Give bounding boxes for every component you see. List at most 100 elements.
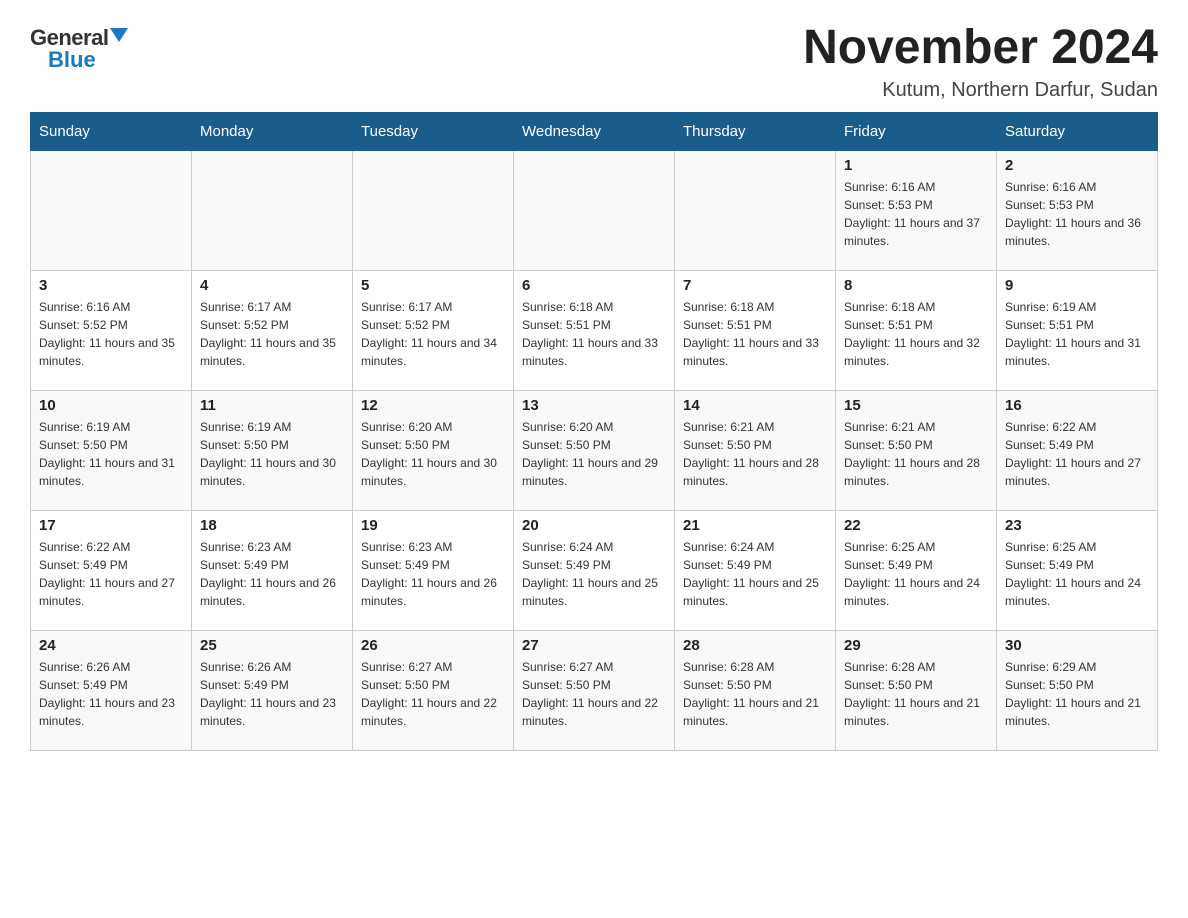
day-info: Sunrise: 6:27 AM Sunset: 5:50 PM Dayligh… (522, 658, 666, 730)
day-info: Sunrise: 6:24 AM Sunset: 5:49 PM Dayligh… (522, 538, 666, 610)
day-number: 7 (683, 277, 827, 294)
calendar-cell: 18 Sunrise: 6:23 AM Sunset: 5:49 PM Dayli… (192, 511, 353, 631)
day-number: 30 (1005, 637, 1149, 654)
day-number: 15 (844, 397, 988, 414)
week-row-5: 24 Sunrise: 6:26 AM Sunset: 5:49 PM Dayli… (31, 631, 1158, 751)
day-number: 1 (844, 157, 988, 174)
day-info: Sunrise: 6:19 AM Sunset: 5:51 PM Dayligh… (1005, 298, 1149, 370)
week-row-2: 3Sunrise: 6:16 AM Sunset: 5:52 PM Daylig… (31, 271, 1158, 391)
calendar-cell: 11 Sunrise: 6:19 AM Sunset: 5:50 PM Dayli… (192, 391, 353, 511)
calendar-cell: 16 Sunrise: 6:22 AM Sunset: 5:49 PM Dayli… (997, 391, 1158, 511)
calendar-cell: 22 Sunrise: 6:25 AM Sunset: 5:49 PM Dayli… (836, 511, 997, 631)
calendar-cell: 30 Sunrise: 6:29 AM Sunset: 5:50 PM Dayli… (997, 631, 1158, 751)
calendar-cell: 24 Sunrise: 6:26 AM Sunset: 5:49 PM Dayli… (31, 631, 192, 751)
calendar-cell: 26 Sunrise: 6:27 AM Sunset: 5:50 PM Dayli… (353, 631, 514, 751)
calendar-cell: 10 Sunrise: 6:19 AM Sunset: 5:50 PM Dayli… (31, 391, 192, 511)
day-number: 19 (361, 517, 505, 534)
day-number: 5 (361, 277, 505, 294)
day-number: 2 (1005, 157, 1149, 174)
day-number: 11 (200, 397, 344, 414)
day-info: Sunrise: 6:21 AM Sunset: 5:50 PM Dayligh… (683, 418, 827, 490)
day-info: Sunrise: 6:18 AM Sunset: 5:51 PM Dayligh… (683, 298, 827, 370)
day-info: Sunrise: 6:23 AM Sunset: 5:49 PM Dayligh… (200, 538, 344, 610)
day-info: Sunrise: 6:27 AM Sunset: 5:50 PM Dayligh… (361, 658, 505, 730)
day-info: Sunrise: 6:26 AM Sunset: 5:49 PM Dayligh… (200, 658, 344, 730)
day-number: 14 (683, 397, 827, 414)
day-info: Sunrise: 6:18 AM Sunset: 5:51 PM Dayligh… (844, 298, 988, 370)
day-number: 10 (39, 397, 183, 414)
week-row-3: 10 Sunrise: 6:19 AM Sunset: 5:50 PM Dayli… (31, 391, 1158, 511)
calendar-cell: 13 Sunrise: 6:20 AM Sunset: 5:50 PM Dayli… (514, 391, 675, 511)
title-section: November 2024 Kutum, Northern Darfur, Su… (803, 20, 1158, 102)
week-row-4: 17 Sunrise: 6:22 AM Sunset: 5:49 PM Dayli… (31, 511, 1158, 631)
calendar-cell: 17 Sunrise: 6:22 AM Sunset: 5:49 PM Dayli… (31, 511, 192, 631)
day-info: Sunrise: 6:26 AM Sunset: 5:49 PM Dayligh… (39, 658, 183, 730)
day-info: Sunrise: 6:29 AM Sunset: 5:50 PM Dayligh… (1005, 658, 1149, 730)
day-info: Sunrise: 6:22 AM Sunset: 5:49 PM Dayligh… (39, 538, 183, 610)
day-number: 6 (522, 277, 666, 294)
header-tuesday: Tuesday (353, 113, 514, 151)
day-info: Sunrise: 6:19 AM Sunset: 5:50 PM Dayligh… (200, 418, 344, 490)
day-number: 9 (1005, 277, 1149, 294)
header-saturday: Saturday (997, 113, 1158, 151)
calendar-cell: 29Sunrise: 6:28 AM Sunset: 5:50 PM Dayli… (836, 631, 997, 751)
calendar-cell (192, 151, 353, 271)
day-number: 29 (844, 637, 988, 654)
calendar-cell: 7 Sunrise: 6:18 AM Sunset: 5:51 PM Daylig… (675, 271, 836, 391)
calendar-cell (675, 151, 836, 271)
header-wednesday: Wednesday (514, 113, 675, 151)
day-info: Sunrise: 6:23 AM Sunset: 5:49 PM Dayligh… (361, 538, 505, 610)
calendar-cell: 6Sunrise: 6:18 AM Sunset: 5:51 PM Daylig… (514, 271, 675, 391)
calendar-cell (31, 151, 192, 271)
day-number: 20 (522, 517, 666, 534)
header-sunday: Sunday (31, 113, 192, 151)
day-number: 12 (361, 397, 505, 414)
day-number: 16 (1005, 397, 1149, 414)
calendar-cell: 20 Sunrise: 6:24 AM Sunset: 5:49 PM Dayli… (514, 511, 675, 631)
calendar-table: SundayMondayTuesdayWednesdayThursdayFrid… (30, 112, 1158, 751)
logo-blue-text: Blue (48, 47, 96, 73)
day-number: 3 (39, 277, 183, 294)
day-info: Sunrise: 6:19 AM Sunset: 5:50 PM Dayligh… (39, 418, 183, 490)
day-number: 23 (1005, 517, 1149, 534)
calendar-cell: 28 Sunrise: 6:28 AM Sunset: 5:50 PM Dayli… (675, 631, 836, 751)
day-info: Sunrise: 6:20 AM Sunset: 5:50 PM Dayligh… (522, 418, 666, 490)
header-thursday: Thursday (675, 113, 836, 151)
day-number: 25 (200, 637, 344, 654)
day-number: 24 (39, 637, 183, 654)
calendar-cell: 23 Sunrise: 6:25 AM Sunset: 5:49 PM Dayli… (997, 511, 1158, 631)
day-number: 17 (39, 517, 183, 534)
logo-triangle-icon (110, 28, 128, 42)
calendar-cell: 19 Sunrise: 6:23 AM Sunset: 5:49 PM Dayli… (353, 511, 514, 631)
day-info: Sunrise: 6:16 AM Sunset: 5:53 PM Dayligh… (844, 178, 988, 250)
calendar-cell: 12 Sunrise: 6:20 AM Sunset: 5:50 PM Dayli… (353, 391, 514, 511)
calendar-cell: 8 Sunrise: 6:18 AM Sunset: 5:51 PM Daylig… (836, 271, 997, 391)
day-number: 13 (522, 397, 666, 414)
day-info: Sunrise: 6:28 AM Sunset: 5:50 PM Dayligh… (683, 658, 827, 730)
week-row-1: 1 Sunrise: 6:16 AM Sunset: 5:53 PM Daylig… (31, 151, 1158, 271)
calendar-cell: 27 Sunrise: 6:27 AM Sunset: 5:50 PM Dayli… (514, 631, 675, 751)
header-friday: Friday (836, 113, 997, 151)
calendar-cell: 14 Sunrise: 6:21 AM Sunset: 5:50 PM Dayli… (675, 391, 836, 511)
day-number: 4 (200, 277, 344, 294)
day-info: Sunrise: 6:25 AM Sunset: 5:49 PM Dayligh… (1005, 538, 1149, 610)
day-info: Sunrise: 6:25 AM Sunset: 5:49 PM Dayligh… (844, 538, 988, 610)
day-info: Sunrise: 6:17 AM Sunset: 5:52 PM Dayligh… (361, 298, 505, 370)
day-info: Sunrise: 6:17 AM Sunset: 5:52 PM Dayligh… (200, 298, 344, 370)
calendar-cell: 1 Sunrise: 6:16 AM Sunset: 5:53 PM Daylig… (836, 151, 997, 271)
day-number: 26 (361, 637, 505, 654)
day-number: 8 (844, 277, 988, 294)
day-info: Sunrise: 6:22 AM Sunset: 5:49 PM Dayligh… (1005, 418, 1149, 490)
day-number: 28 (683, 637, 827, 654)
header-monday: Monday (192, 113, 353, 151)
day-info: Sunrise: 6:20 AM Sunset: 5:50 PM Dayligh… (361, 418, 505, 490)
day-info: Sunrise: 6:24 AM Sunset: 5:49 PM Dayligh… (683, 538, 827, 610)
day-number: 18 (200, 517, 344, 534)
day-number: 27 (522, 637, 666, 654)
page-header: General Blue November 2024 Kutum, Northe… (30, 20, 1158, 102)
days-header-row: SundayMondayTuesdayWednesdayThursdayFrid… (31, 113, 1158, 151)
day-number: 22 (844, 517, 988, 534)
calendar-cell (514, 151, 675, 271)
calendar-cell: 3Sunrise: 6:16 AM Sunset: 5:52 PM Daylig… (31, 271, 192, 391)
calendar-cell: 4 Sunrise: 6:17 AM Sunset: 5:52 PM Daylig… (192, 271, 353, 391)
